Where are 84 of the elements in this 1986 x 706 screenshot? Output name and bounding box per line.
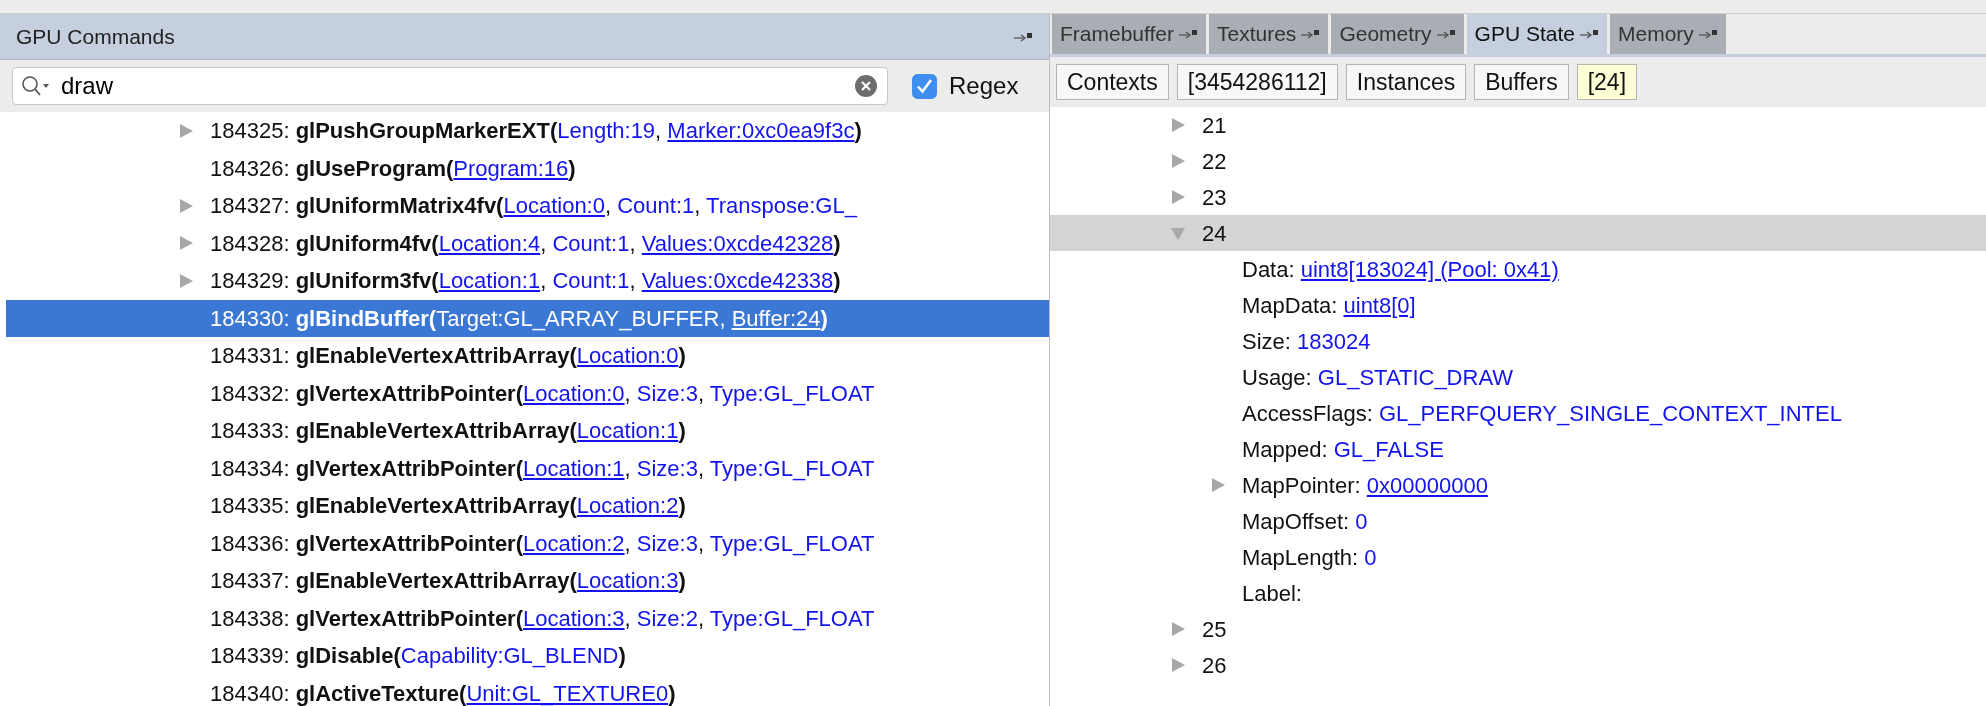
tree-label: 24 — [1202, 219, 1227, 248]
command-row[interactable]: 184338: glVertexAttribPointer(Location:3, Size:2, Type:GL_FLOAT — [6, 599, 1049, 637]
pin-icon[interactable] — [1578, 29, 1599, 39]
expand-arrow-icon[interactable] — [178, 197, 194, 214]
property-row-text: Data: uint8[183024] (Pool: 0x41) — [1242, 255, 1559, 284]
property-row-text: MapPointer: 0x00000000 — [1242, 471, 1488, 500]
search-icon[interactable] — [21, 75, 51, 97]
pin-icon[interactable] — [1178, 29, 1198, 39]
path-button[interactable]: Instances — [1345, 64, 1467, 100]
path-button[interactable]: [3454286112] — [1176, 64, 1338, 100]
command-row[interactable]: 184325: glPushGroupMarkerEXT(Length:19, Marker:0xc0ea9f3c) — [6, 112, 1049, 150]
command-row[interactable]: 184337: glEnableVertexAttribArray(Location:3) — [6, 562, 1049, 600]
property-row-text: Mapped: GL_FALSE — [1242, 435, 1444, 464]
command-row[interactable]: 184332: glVertexAttribPointer(Location:0, Size:3, Type:GL_FLOAT — [6, 374, 1049, 412]
expand-arrow-icon[interactable] — [1170, 117, 1186, 133]
property-link[interactable]: 0x00000000 — [1366, 472, 1488, 498]
tree-label: 22 — [1202, 147, 1227, 176]
command-row[interactable]: 184330: glBindBuffer(Target:GL_ARRAY_BUFFER, Buffer:24) — [6, 299, 1049, 337]
expand-arrow-icon[interactable] — [178, 235, 194, 252]
tree-row[interactable]: 26 — [1050, 647, 1986, 683]
command-row[interactable]: 184328: glUniform4fv(Location:4, Count:1, Values:0xcde42328) — [6, 224, 1049, 262]
property-row-text: Size: 183024 — [1242, 327, 1371, 356]
tree-row[interactable]: 24 — [1050, 215, 1986, 251]
expand-arrow-icon[interactable] — [1170, 153, 1186, 169]
command-row[interactable]: 184339: glDisable(Capability:GL_BLEND) — [6, 637, 1049, 675]
command-row[interactable]: 184340: glActiveTexture(Unit:GL_TEXTURE0) — [6, 674, 1049, 706]
command-row[interactable]: 184334: glVertexAttribPointer(Location:1, Size:3, Type:GL_FLOAT — [6, 449, 1049, 487]
panel-title: GPU Commands — [16, 23, 175, 50]
tree-label: 25 — [1202, 615, 1227, 644]
tab[interactable]: GPU State — [1466, 14, 1607, 54]
tree-label: 23 — [1202, 183, 1227, 212]
argument-link[interactable]: Location:1 — [523, 455, 625, 481]
command-row[interactable]: 184336: glVertexAttribPointer(Location:2, Size:3, Type:GL_FLOAT — [6, 524, 1049, 562]
property-row-text: Usage: GL_STATIC_DRAW — [1242, 363, 1514, 392]
argument-link[interactable]: Location:2 — [523, 530, 625, 556]
path-button[interactable]: Contexts — [1056, 64, 1169, 100]
tree-row[interactable]: 25 — [1050, 611, 1986, 647]
tab[interactable]: Memory — [1609, 14, 1726, 54]
collapse-arrow-icon[interactable] — [1170, 225, 1186, 241]
command-row[interactable]: 184326: glUseProgram(Program:16) — [6, 149, 1049, 187]
property-link[interactable]: uint8[183024] (Pool: 0x41) — [1300, 256, 1559, 282]
command-row[interactable]: 184335: glEnableVertexAttribArray(Location:2) — [6, 487, 1049, 525]
expand-arrow-icon[interactable] — [178, 122, 194, 139]
expand-arrow-icon[interactable] — [178, 272, 194, 289]
command-row[interactable]: 184333: glEnableVertexAttribArray(Location:1) — [6, 412, 1049, 450]
argument-link[interactable]: Location:3 — [523, 605, 625, 631]
argument-link[interactable]: Location:4 — [438, 230, 541, 256]
command-row[interactable]: 184331: glEnableVertexAttribArray(Location:0) — [6, 337, 1049, 375]
tree-row[interactable]: 21 — [1050, 107, 1986, 143]
property-row-text: Label: — [1242, 579, 1302, 608]
pin-icon[interactable] — [1013, 31, 1033, 42]
property-row-text: MapLength: 0 — [1242, 543, 1377, 572]
argument-link[interactable]: Program:16 — [453, 155, 569, 181]
command-row[interactable]: 184327: glUniformMatrix4fv(Location:0, Count:1, Transpose:GL_ — [6, 187, 1049, 225]
command-row[interactable]: 184329: glUniform3fv(Location:1, Count:1, Values:0xcde42338) — [6, 262, 1049, 300]
argument-link[interactable]: Location:0 — [523, 380, 625, 406]
tree-row[interactable]: 22 — [1050, 143, 1986, 179]
regex-label: Regex — [949, 71, 1019, 101]
tab[interactable]: Framebuffer — [1052, 14, 1206, 54]
argument-link[interactable]: Unit:GL_TEXTURE0 — [466, 680, 669, 706]
property-row-text: MapOffset: 0 — [1242, 507, 1368, 536]
pin-icon[interactable] — [1697, 29, 1718, 39]
tree-row[interactable]: 23 — [1050, 179, 1986, 215]
expand-arrow-icon[interactable] — [1170, 657, 1186, 673]
tree-label: 26 — [1202, 651, 1227, 680]
clear-icon[interactable] — [854, 74, 878, 98]
regex-checkbox[interactable] — [912, 73, 937, 99]
property-row-text: AccessFlags: GL_PERFQUERY_SINGLE_CONTEXT_INTEL — [1242, 399, 1842, 428]
path-button[interactable]: [24] — [1576, 64, 1638, 100]
argument-link[interactable]: Location:1 — [438, 268, 541, 294]
argument-link[interactable]: Buffer:24 — [731, 305, 821, 331]
property-link[interactable]: uint8[0] — [1343, 292, 1416, 318]
search-field[interactable]: draw — [12, 67, 888, 105]
pin-icon[interactable] — [1300, 29, 1321, 39]
expand-arrow-icon[interactable] — [1210, 477, 1226, 493]
tab[interactable]: Geometry — [1331, 14, 1464, 54]
argument-link[interactable]: Location:0 — [503, 193, 605, 219]
pin-icon[interactable] — [1435, 29, 1456, 39]
tab[interactable]: Textures — [1209, 14, 1329, 54]
expand-arrow-icon[interactable] — [1170, 189, 1186, 205]
expand-arrow-icon[interactable] — [1170, 621, 1186, 637]
path-button[interactable]: Buffers — [1474, 64, 1569, 100]
tree-label: 21 — [1202, 111, 1227, 140]
property-row-text: MapData: uint8[0] — [1242, 291, 1416, 320]
